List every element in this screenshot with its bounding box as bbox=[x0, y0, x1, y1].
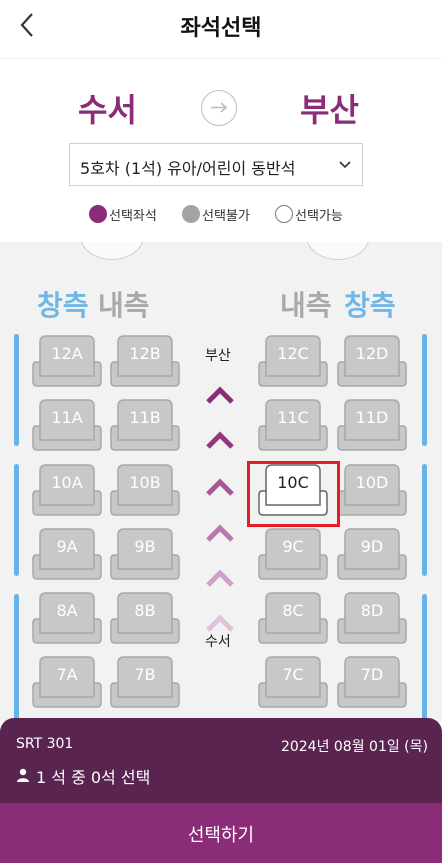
selected-dot-icon bbox=[89, 205, 107, 223]
seat-9A[interactable]: 9A bbox=[32, 525, 102, 581]
seat-10A[interactable]: 10A bbox=[32, 461, 102, 517]
seat-label: 11B bbox=[129, 408, 161, 427]
seat-label: 11A bbox=[51, 408, 83, 427]
seat-9D[interactable]: 9D bbox=[337, 525, 407, 581]
car-select-value: 5호차 (1석) 유아/어린이 동반석 bbox=[80, 159, 296, 178]
door-icon bbox=[80, 242, 144, 260]
select-button-label: 선택하기 bbox=[187, 825, 255, 846]
top-bar: 좌석선택 bbox=[0, 0, 442, 50]
seat-9B[interactable]: 9B bbox=[110, 525, 180, 581]
window-bar bbox=[422, 334, 427, 446]
seat-8D[interactable]: 8D bbox=[337, 589, 407, 645]
seat-label: 9A bbox=[56, 537, 78, 556]
chevron-up-icon bbox=[206, 614, 234, 632]
chevron-up-icon bbox=[206, 386, 234, 404]
seat-12B[interactable]: 12B bbox=[110, 332, 180, 388]
left-window-label: 창측 bbox=[37, 289, 89, 322]
booking-info-panel: SRT 301 2024년 08월 01일 (목) 1 석 중 0석 선택 bbox=[0, 718, 442, 804]
seat-label: 10A bbox=[51, 473, 83, 492]
direction-top-label: 부산 bbox=[205, 348, 231, 364]
seat-label: 7D bbox=[360, 665, 384, 684]
seat-label: 8C bbox=[282, 601, 304, 620]
train-number: SRT 301 bbox=[16, 736, 74, 752]
window-bar bbox=[422, 464, 427, 576]
unavailable-dot-icon bbox=[182, 205, 200, 223]
select-button[interactable]: 선택하기 bbox=[0, 803, 442, 863]
seat-map[interactable]: 창측 내측 내측 창측 부산 수서 12A 12B 12C 12D 11A 11B 11C 1… bbox=[0, 242, 442, 722]
seat-9C[interactable]: 9C bbox=[258, 525, 328, 581]
seat-label: 11D bbox=[355, 408, 389, 427]
seat-label: 7C bbox=[282, 665, 304, 684]
chevron-up-icon bbox=[206, 478, 234, 496]
seat-8A[interactable]: 8A bbox=[32, 589, 102, 645]
travel-date: 2024년 08월 01일 (목) bbox=[280, 739, 428, 755]
seat-11C[interactable]: 11C bbox=[258, 396, 328, 452]
chevron-up-icon bbox=[206, 431, 234, 449]
seat-7C[interactable]: 7C bbox=[258, 653, 328, 709]
seat-label: 10B bbox=[129, 473, 161, 492]
seat-label: 9B bbox=[134, 537, 156, 556]
left-aisle-label: 내측 bbox=[98, 289, 150, 322]
seat-10B[interactable]: 10B bbox=[110, 461, 180, 517]
seat-label: 10D bbox=[355, 473, 389, 492]
seat-label: 12B bbox=[129, 344, 161, 363]
chevron-up-icon bbox=[206, 524, 234, 542]
seat-label: 12A bbox=[51, 344, 83, 363]
window-bar bbox=[14, 594, 19, 722]
car-select-dropdown[interactable]: 5호차 (1석) 유아/어린이 동반석 bbox=[69, 143, 363, 186]
available-dot-icon bbox=[275, 205, 293, 223]
selected-seat-highlight bbox=[247, 461, 340, 527]
route-arrow-icon bbox=[201, 90, 237, 126]
seat-11D[interactable]: 11D bbox=[337, 396, 407, 452]
route-section: 수서 부산 5호차 (1석) 유아/어린이 동반석 선택좌석 선택불가 선택가능 bbox=[0, 58, 442, 242]
arrival-station: 부산 bbox=[300, 91, 359, 129]
seat-label: 9C bbox=[282, 537, 304, 556]
seat-label: 8D bbox=[360, 601, 384, 620]
seat-label: 8A bbox=[56, 601, 78, 620]
chevron-up-icon bbox=[206, 569, 234, 587]
departure-station: 수서 bbox=[78, 91, 137, 129]
person-icon bbox=[17, 768, 29, 782]
seat-7A[interactable]: 7A bbox=[32, 653, 102, 709]
seat-label: 12C bbox=[277, 344, 309, 363]
seat-12D[interactable]: 12D bbox=[337, 332, 407, 388]
seat-label: 9D bbox=[360, 537, 384, 556]
seat-label: 12D bbox=[355, 344, 389, 363]
seat-label: 7B bbox=[134, 665, 156, 684]
seat-7B[interactable]: 7B bbox=[110, 653, 180, 709]
window-bar bbox=[422, 594, 427, 722]
seat-12A[interactable]: 12A bbox=[32, 332, 102, 388]
seat-10D[interactable]: 10D bbox=[337, 461, 407, 517]
seat-label: 11C bbox=[277, 408, 309, 427]
seat-8C[interactable]: 8C bbox=[258, 589, 328, 645]
seat-11A[interactable]: 11A bbox=[32, 396, 102, 452]
window-bar bbox=[14, 464, 19, 576]
door-icon bbox=[306, 242, 370, 260]
page-title: 좌석선택 bbox=[180, 16, 262, 41]
chevron-down-icon bbox=[339, 161, 351, 169]
seat-11B[interactable]: 11B bbox=[110, 396, 180, 452]
window-bar bbox=[14, 334, 19, 446]
seat-label: 8B bbox=[134, 601, 156, 620]
seat-label: 7A bbox=[56, 665, 78, 684]
seat-8B[interactable]: 8B bbox=[110, 589, 180, 645]
seat-7D[interactable]: 7D bbox=[337, 653, 407, 709]
right-window-label: 창측 bbox=[344, 289, 396, 322]
right-aisle-label: 내측 bbox=[280, 289, 332, 322]
seat-12C[interactable]: 12C bbox=[258, 332, 328, 388]
direction-bottom-label: 수서 bbox=[205, 634, 231, 650]
seat-count: 1 석 중 0석 선택 bbox=[36, 768, 151, 787]
